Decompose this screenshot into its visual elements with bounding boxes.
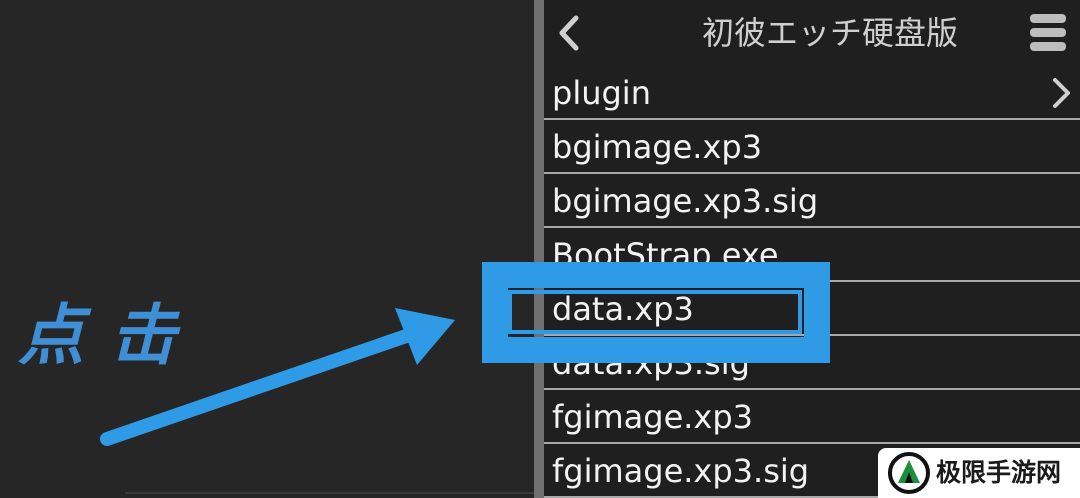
highlight-inner-box xyxy=(508,290,802,334)
file-name: plugin xyxy=(552,74,651,112)
file-item[interactable]: fgimage.xp3 xyxy=(544,390,1080,444)
menu-icon-bar xyxy=(1030,28,1066,37)
file-item[interactable]: bgimage.xp3 xyxy=(544,120,1080,174)
menu-icon xyxy=(1030,14,1066,23)
folder-item[interactable]: plugin xyxy=(544,66,1080,120)
file-browser-header: 初彼エッチ硬盘版 xyxy=(544,0,1080,66)
file-name: bgimage.xp3 xyxy=(552,128,763,166)
back-button[interactable] xyxy=(552,12,588,54)
file-name: fgimage.xp3.sig xyxy=(552,452,810,490)
chevron-right-icon xyxy=(1053,78,1070,108)
left-pane-divider-line xyxy=(125,492,534,494)
menu-icon-bar xyxy=(1030,42,1066,51)
site-logo-icon xyxy=(888,452,930,494)
page-title: 初彼エッチ硬盘版 xyxy=(701,14,958,52)
chevron-left-icon xyxy=(559,15,579,51)
watermark-text: 极限手游网 xyxy=(936,458,1062,487)
file-browser-pane: 初彼エッチ硬盘版 plugin bgimage.xp3 bgimage.xp3.si… xyxy=(544,0,1080,498)
file-name: fgimage.xp3 xyxy=(552,398,754,436)
watermark: 极限手游网 xyxy=(878,448,1080,498)
file-name: bgimage.xp3.sig xyxy=(552,182,819,220)
file-item[interactable]: bgimage.xp3.sig xyxy=(544,174,1080,228)
annotation-arrow-icon xyxy=(100,308,455,446)
pane-divider[interactable] xyxy=(534,0,544,498)
menu-button[interactable] xyxy=(1028,14,1070,52)
